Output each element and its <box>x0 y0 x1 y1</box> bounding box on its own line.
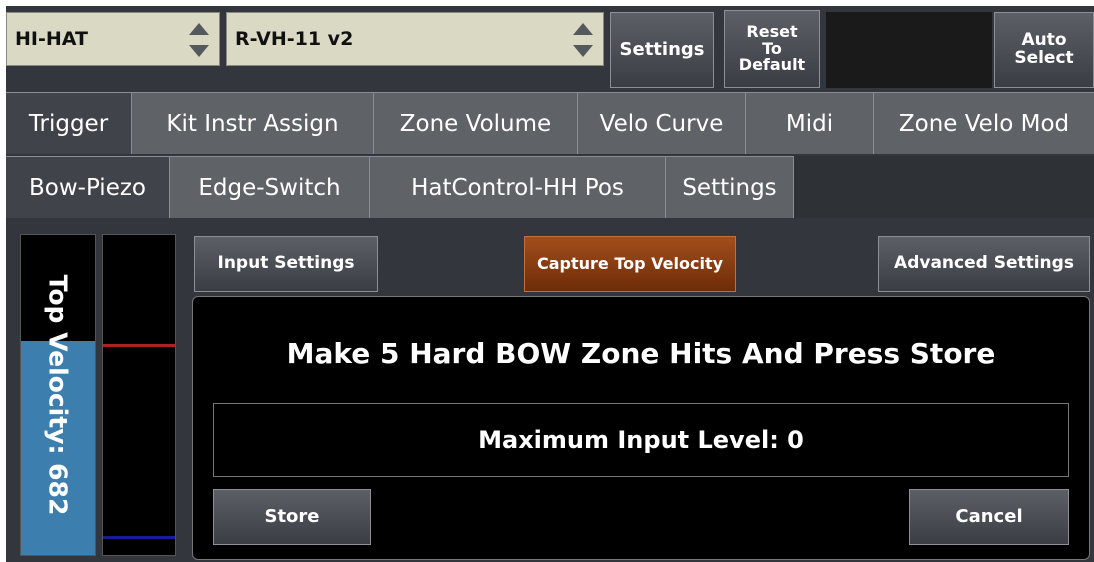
trigger-app: HI-HAT R-VH-11 v2 Settings Reset To Defa… <box>6 6 1094 562</box>
screen-frame: HI-HAT R-VH-11 v2 Settings Reset To Defa… <box>0 0 1094 562</box>
store-label: Store <box>264 505 320 527</box>
subtab-edge-switch[interactable]: Edge-Switch <box>170 156 370 218</box>
subtab-label: HatControl-HH Pos <box>411 174 624 201</box>
subtab-label: Settings <box>682 174 777 201</box>
model-select-value: R-VH-11 v2 <box>235 28 354 50</box>
top-velocity-bar: Top Velocity: 682 <box>20 234 96 556</box>
tab-label: Zone Velo Mod <box>898 110 1070 137</box>
tab-velo-curve[interactable]: Velo Curve <box>578 92 746 154</box>
store-button[interactable]: Store <box>213 489 371 545</box>
input-level-meter <box>102 234 176 556</box>
subtab-label: Edge-Switch <box>198 174 341 201</box>
instrument-select[interactable]: HI-HAT <box>6 12 220 66</box>
subtab-settings[interactable]: Settings <box>666 156 794 218</box>
reset-to-default-button[interactable]: Reset To Default <box>724 10 820 88</box>
tab-label: Velo Curve <box>599 110 724 137</box>
subtab-hatcontrol-hh-pos[interactable]: HatControl-HH Pos <box>370 156 666 218</box>
default-line: Default <box>738 55 806 75</box>
cancel-label: Cancel <box>955 505 1023 527</box>
tab-label: Kit Instr Assign <box>166 110 339 137</box>
max-velocity-marker <box>103 344 175 347</box>
advanced-settings-button[interactable]: Advanced Settings <box>878 236 1090 292</box>
tab-label: Trigger <box>28 110 109 137</box>
capture-panel: Make 5 Hard BOW Zone Hits And Press Stor… <box>192 296 1090 560</box>
top-velocity-label: Top Velocity: 682 <box>43 274 73 516</box>
subtab-filler <box>794 156 1094 218</box>
cancel-button[interactable]: Cancel <box>909 489 1069 545</box>
input-settings-label: Input Settings <box>217 253 355 274</box>
updown-arrows-icon <box>573 23 593 57</box>
updown-arrows-icon <box>189 23 209 57</box>
capture-instruction: Make 5 Hard BOW Zone Hits And Press Stor… <box>286 337 996 370</box>
tab-trigger[interactable]: Trigger <box>6 92 132 154</box>
tab-zone-volume[interactable]: Zone Volume <box>374 92 578 154</box>
tab-kit-instr-assign[interactable]: Kit Instr Assign <box>132 92 374 154</box>
max-input-level-box: Maximum Input Level: 0 <box>213 403 1069 477</box>
capture-top-velocity-button[interactable]: Capture Top Velocity <box>524 236 736 292</box>
tab-label: Zone Volume <box>399 110 552 137</box>
main-tab-bar: Trigger Kit Instr Assign Zone Volume Vel… <box>6 92 1094 154</box>
settings-button[interactable]: Settings <box>610 12 714 88</box>
capture-top-velocity-label: Capture Top Velocity <box>536 253 724 273</box>
instrument-select-value: HI-HAT <box>15 28 88 50</box>
model-select[interactable]: R-VH-11 v2 <box>226 12 604 66</box>
input-settings-button[interactable]: Input Settings <box>194 236 378 292</box>
subtab-label: Bow-Piezo <box>28 174 146 201</box>
auto-select-button[interactable]: Auto Select <box>994 12 1094 88</box>
subtab-bow-piezo[interactable]: Bow-Piezo <box>6 156 170 218</box>
tab-midi[interactable]: Midi <box>746 92 874 154</box>
advanced-settings-label: Advanced Settings <box>894 253 1074 274</box>
settings-button-label: Settings <box>619 38 705 60</box>
threshold-marker <box>103 536 175 539</box>
tab-label: Midi <box>785 110 834 137</box>
tab-zone-velo-mod[interactable]: Zone Velo Mod <box>874 92 1094 154</box>
empty-header-block <box>826 12 992 88</box>
sub-tab-bar: Bow-Piezo Edge-Switch HatControl-HH Pos … <box>6 156 1094 218</box>
select-line: Select <box>1014 48 1074 68</box>
max-input-level-text: Maximum Input Level: 0 <box>478 426 804 454</box>
